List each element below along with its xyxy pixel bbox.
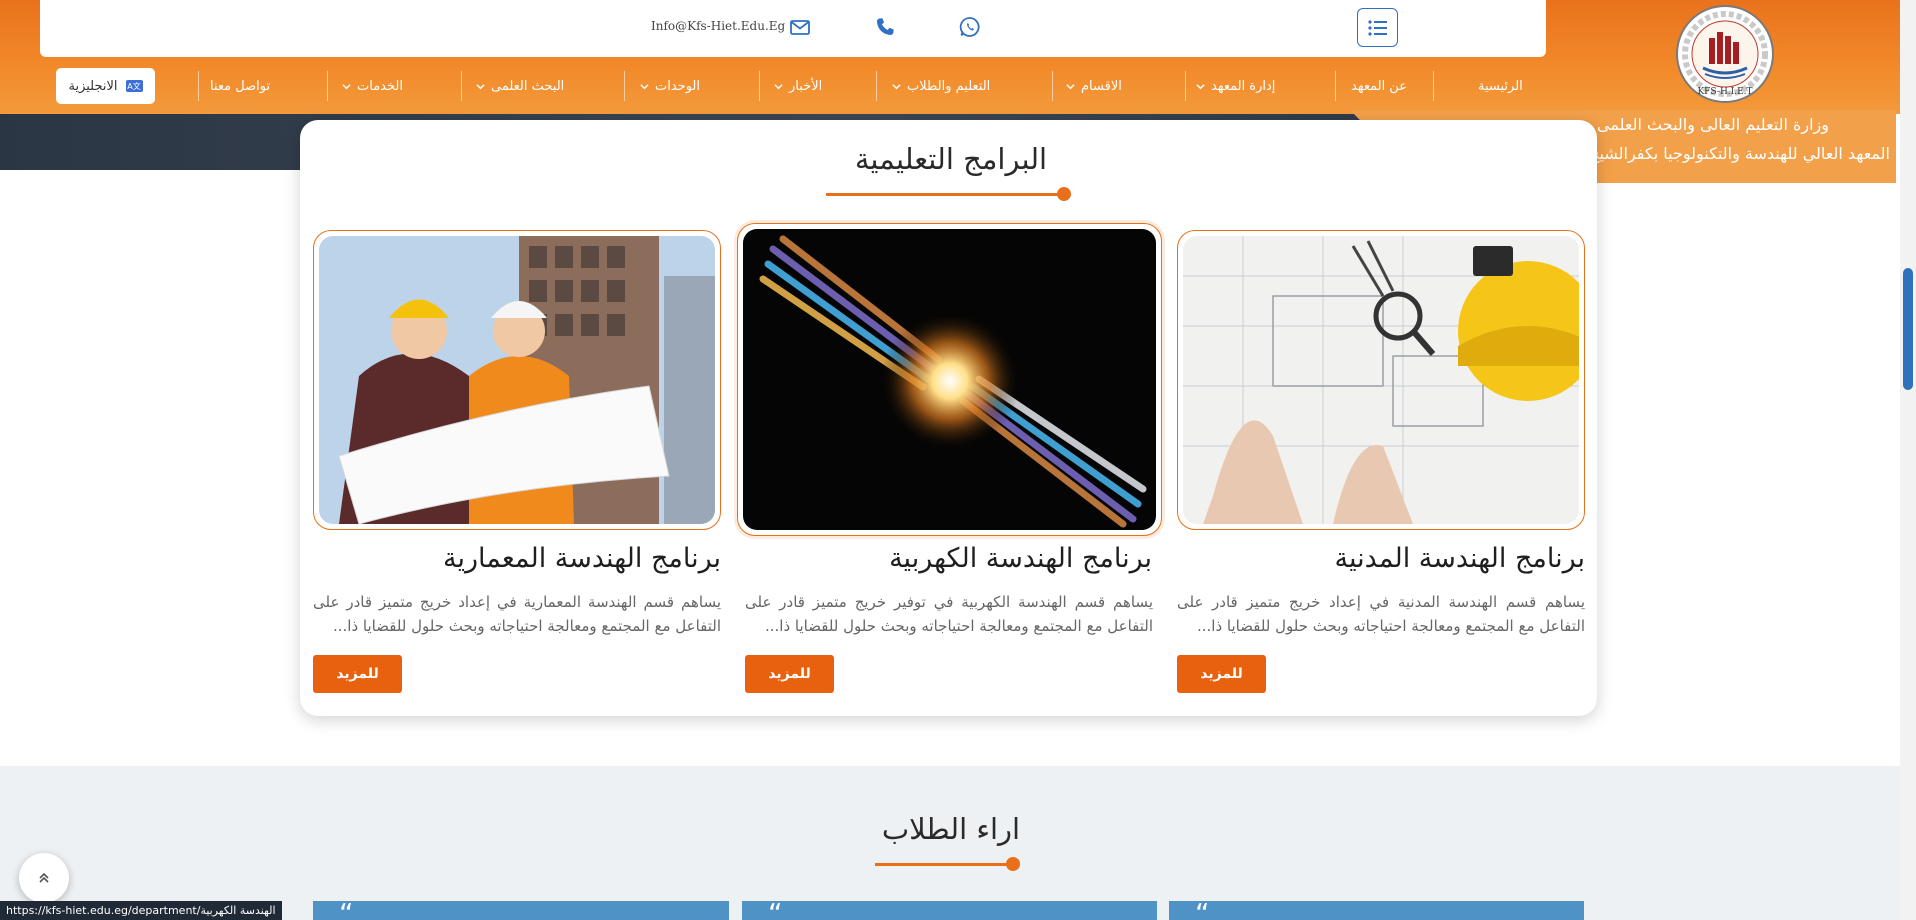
phone-icon[interactable]: [873, 15, 897, 39]
electrical-more-button[interactable]: للمزيد: [745, 655, 834, 693]
quote-icon: “: [768, 901, 783, 920]
architecture-program-image[interactable]: [313, 230, 721, 530]
institute-name: المعهد العالي للهندسة والتكنولوجيا بكفرا…: [1589, 144, 1890, 163]
chevron-down-icon: [774, 83, 783, 89]
quote-icon: “: [339, 901, 354, 920]
ministry-name: وزارة التعليم العالى والبحث العلمى: [1597, 115, 1829, 134]
envelope-icon[interactable]: [788, 15, 812, 39]
nav-label: الرئيسية: [1478, 78, 1523, 94]
nav-label: الوحدات: [655, 78, 700, 94]
nav-item-home[interactable]: الرئيسية: [1478, 66, 1523, 106]
nav-label: الأخبار: [789, 78, 823, 94]
opinion-card: “: [742, 901, 1157, 920]
browser-status-bar: https://kfs-hiet.edu.eg/department/الهند…: [0, 901, 282, 920]
nav-label: إدارة المعهد: [1211, 78, 1276, 94]
nav-label: التعليم والطلاب: [907, 78, 991, 94]
quote-icon: “: [1195, 901, 1210, 920]
page-scrollbar[interactable]: [1900, 0, 1916, 920]
nav-item-about[interactable]: عن المعهد: [1351, 66, 1407, 106]
main-nav: الرئيسية عن المعهد إدارة المعهد الاقسام …: [0, 66, 1916, 106]
civil-more-button[interactable]: للمزيد: [1177, 655, 1266, 693]
nav-label: البحث العلمى: [491, 78, 565, 94]
nav-divider: [1433, 71, 1434, 101]
nav-divider: [876, 71, 877, 101]
list-icon: [1367, 19, 1387, 36]
nav-divider: [759, 71, 760, 101]
nav-item-contact[interactable]: تواصل معنا: [210, 66, 270, 106]
nav-divider: [198, 71, 199, 101]
nav-item-administration[interactable]: إدارة المعهد: [1196, 66, 1275, 106]
civil-program-description: يساهم قسم الهندسة المدنية في إعداد خريج …: [1177, 593, 1585, 635]
nav-item-education-students[interactable]: التعليم والطلاب: [892, 66, 990, 106]
scroll-to-top-button[interactable]: [19, 853, 69, 903]
language-label: الانجليزية: [68, 78, 118, 94]
nav-item-services[interactable]: الخدمات: [342, 66, 403, 106]
chevron-down-icon: [1066, 83, 1075, 89]
menu-toggle-button[interactable]: [1357, 8, 1398, 47]
nav-item-news[interactable]: الأخبار: [774, 66, 822, 106]
nav-label: عن المعهد: [1351, 78, 1407, 94]
title-dot: [1057, 187, 1071, 201]
nav-divider: [1052, 71, 1053, 101]
scrollbar-thumb[interactable]: [1903, 268, 1913, 390]
opinions-section-title: اراء الطلاب: [881, 812, 1021, 846]
title-dot: [1006, 857, 1020, 871]
civil-program-image[interactable]: [1177, 230, 1585, 530]
language-icon: A文: [125, 80, 143, 92]
nav-divider: [327, 71, 328, 101]
chevron-down-icon: [342, 83, 351, 89]
electrical-program-description: يساهم قسم الهندسة الكهربية في توفير خريج…: [745, 593, 1153, 635]
contact-email[interactable]: Info@Kfs-Hiet.Edu.Eg: [651, 19, 785, 33]
nav-label: تواصل معنا: [210, 78, 271, 94]
electrical-program-image[interactable]: [737, 223, 1162, 536]
opinion-card: “: [313, 901, 729, 920]
chevron-down-icon: [1196, 83, 1205, 89]
opinion-card: “: [1169, 901, 1584, 920]
double-chevron-up-icon: [39, 872, 49, 883]
nav-item-units[interactable]: الوحدات: [640, 66, 700, 106]
nav-divider: [461, 71, 462, 101]
architecture-program-description: يساهم قسم الهندسة المعمارية في إعداد خري…: [313, 593, 721, 635]
title-underline: [826, 193, 1066, 196]
nav-divider: [624, 71, 625, 101]
electrical-program-title[interactable]: برنامج الهندسة الكهربية: [889, 543, 1152, 574]
nav-item-departments[interactable]: الاقسام: [1066, 66, 1122, 106]
whatsapp-icon[interactable]: [958, 15, 982, 39]
chevron-down-icon: [476, 83, 485, 89]
nav-divider: [1335, 71, 1336, 101]
nav-item-research[interactable]: البحث العلمى: [476, 66, 564, 106]
language-switch-button[interactable]: A文 الانجليزية: [56, 68, 155, 104]
nav-divider: [1185, 71, 1186, 101]
architecture-program-title[interactable]: برنامج الهندسة المعمارية: [443, 543, 721, 574]
title-underline: [875, 863, 1015, 866]
programs-section-title: البرامج التعليمية: [854, 142, 1048, 176]
top-contact-bar: Info@Kfs-Hiet.Edu.Eg: [40, 0, 1546, 57]
nav-label: الخدمات: [357, 78, 403, 94]
chevron-down-icon: [640, 83, 649, 89]
nav-label: الاقسام: [1081, 78, 1122, 94]
civil-program-title[interactable]: برنامج الهندسة المدنية: [1335, 543, 1585, 574]
architecture-more-button[interactable]: للمزيد: [313, 655, 402, 693]
chevron-down-icon: [892, 83, 901, 89]
